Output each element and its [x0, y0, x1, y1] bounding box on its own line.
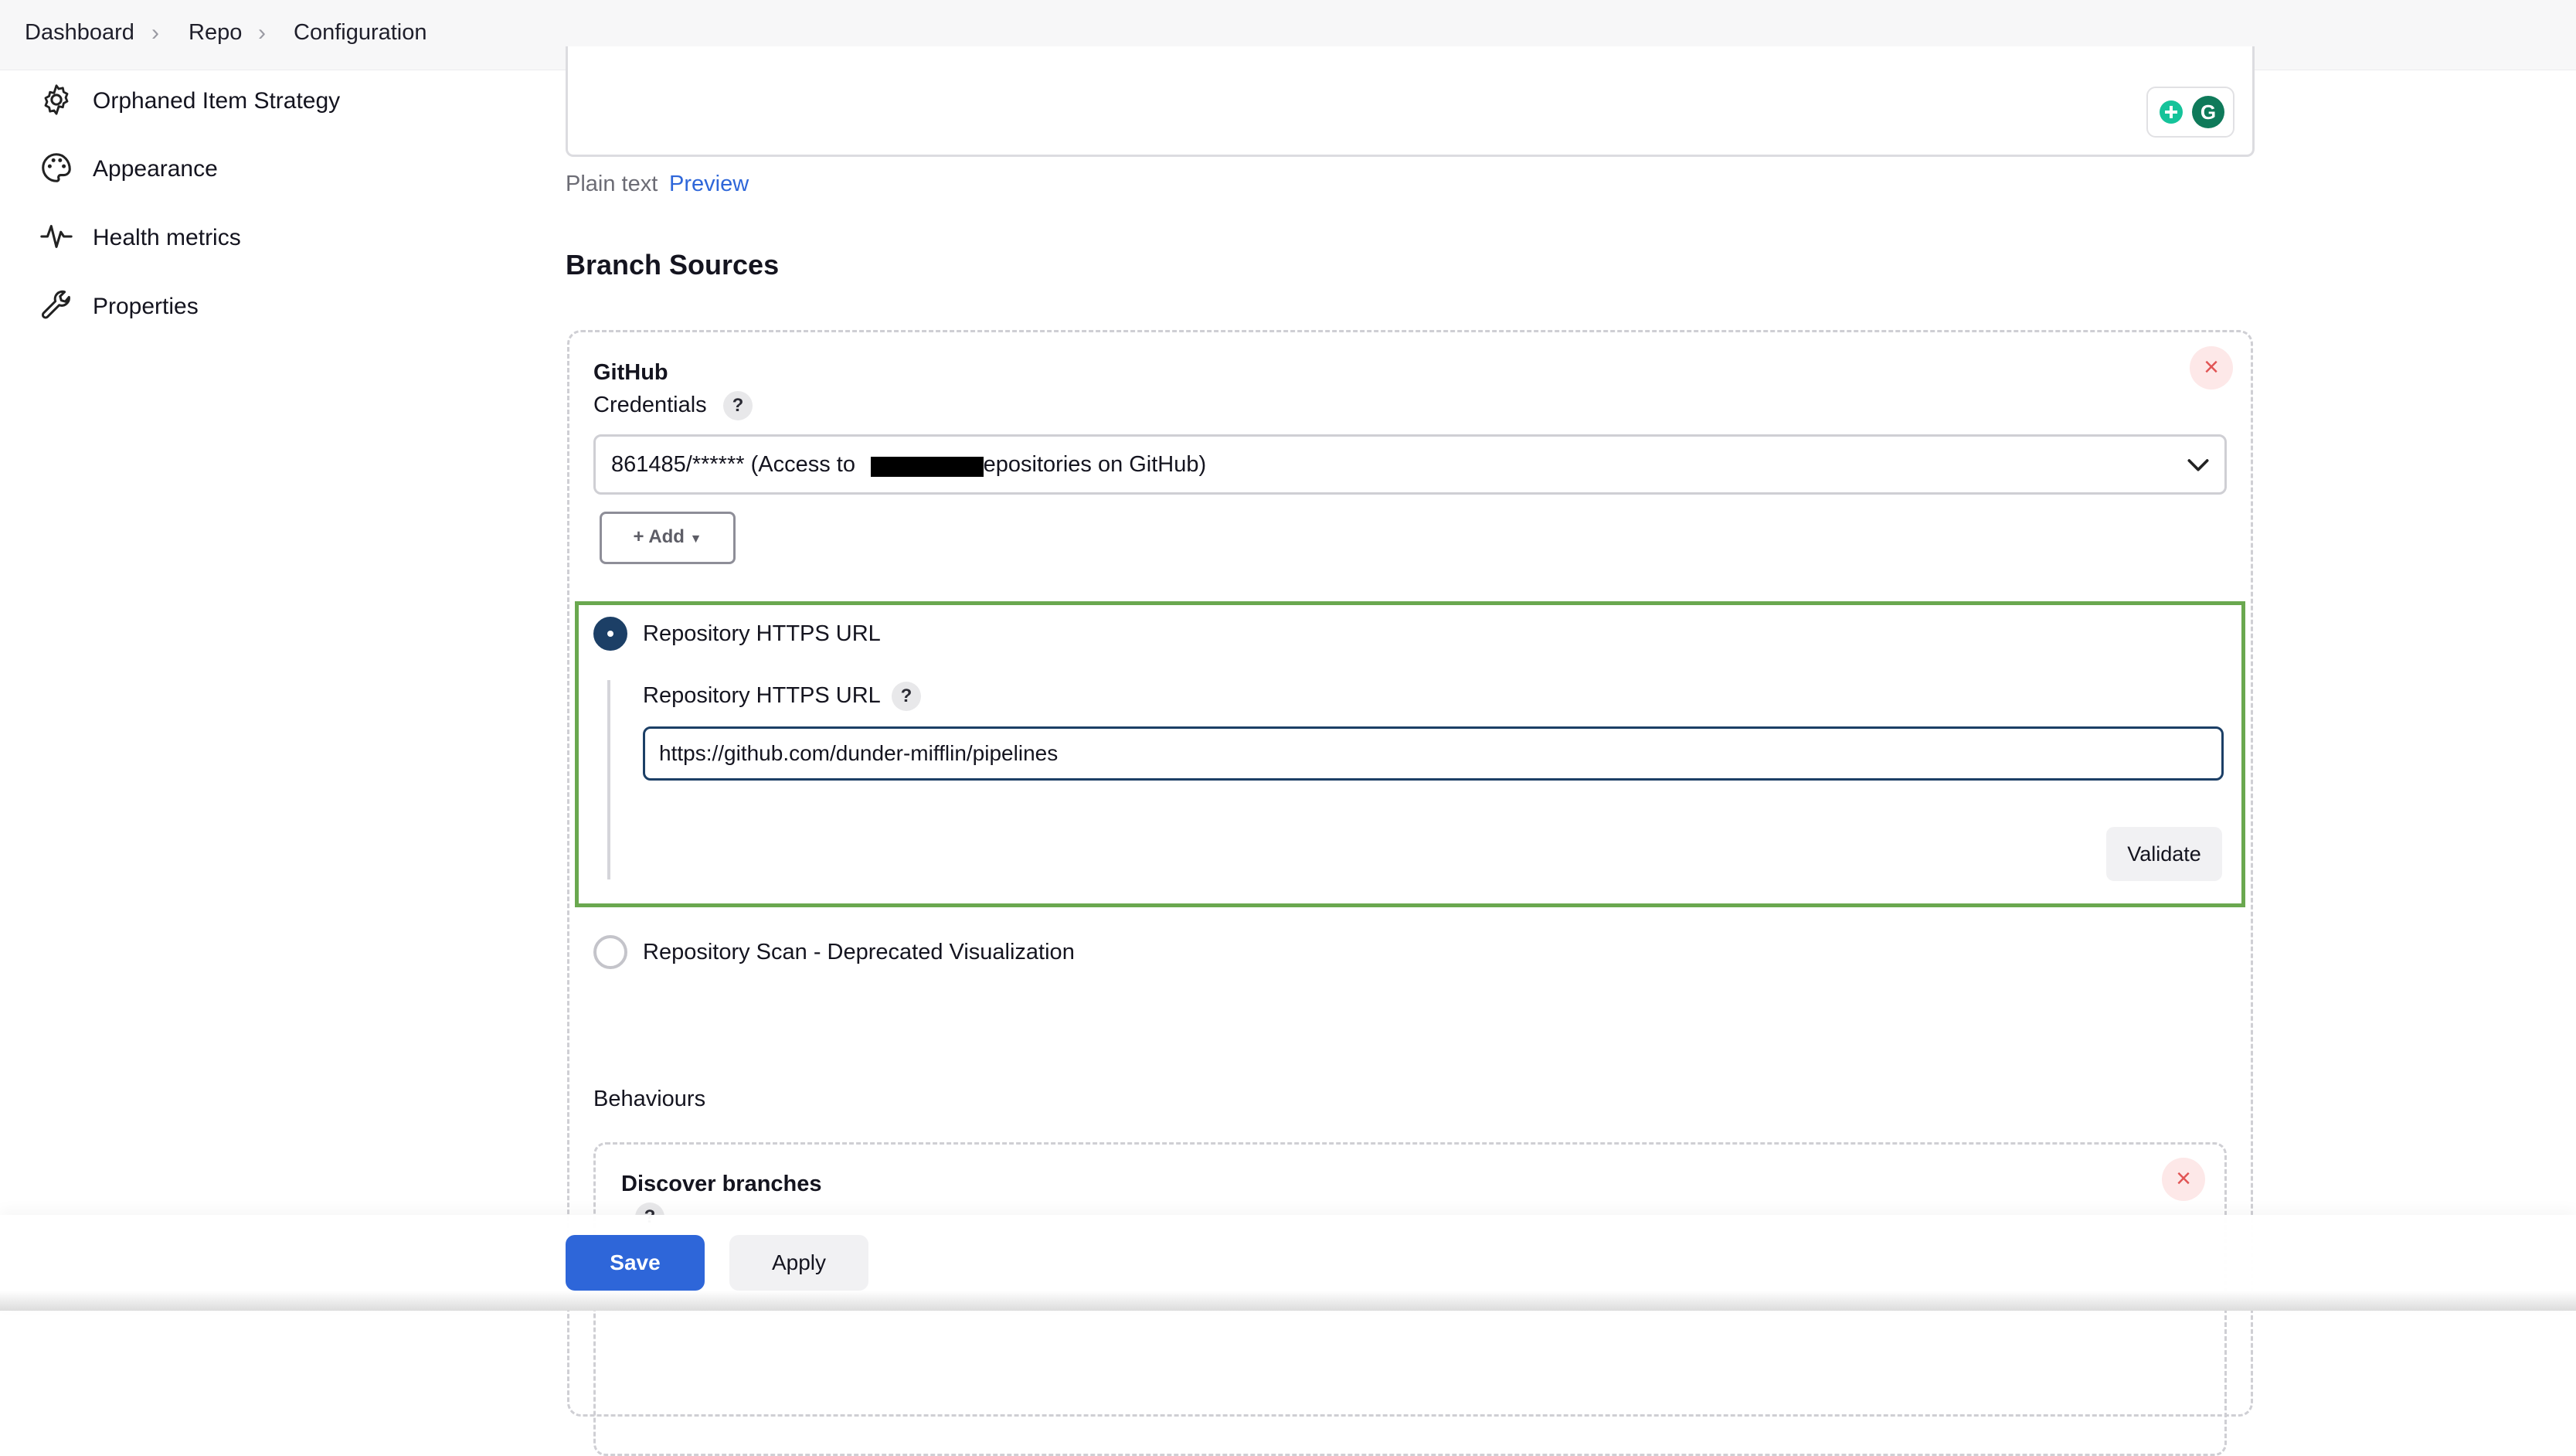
remove-behaviour-button[interactable]: × — [2162, 1158, 2205, 1201]
radio-repository-https-url[interactable] — [593, 617, 627, 651]
sidebar-item-label: Health metrics — [93, 225, 241, 250]
source-title: GitHub — [593, 360, 668, 385]
breadcrumb-configuration[interactable]: Configuration — [294, 20, 427, 46]
credentials-prefix: 861485/****** (Access to — [611, 452, 855, 477]
https-url-field-label: Repository HTTPS URL — [643, 683, 881, 708]
remove-source-button[interactable]: × — [2190, 346, 2233, 390]
sidebar-item-label: Appearance — [93, 156, 218, 182]
plus-icon: + — [633, 526, 644, 547]
behaviours-label: Behaviours — [593, 1087, 706, 1111]
apply-button[interactable]: Apply — [729, 1235, 868, 1291]
help-icon[interactable]: ? — [723, 391, 753, 420]
window-bottom-shadow — [0, 1291, 2576, 1311]
credentials-suffix: repositories on GitHub) — [975, 452, 1207, 477]
add-credentials-button[interactable]: + Add ▼ — [600, 512, 736, 564]
radio-label-repository-scan: Repository Scan - Deprecated Visualizati… — [643, 940, 1075, 964]
grammarly-icon: G — [2160, 96, 2224, 128]
svg-text:G: G — [2200, 100, 2216, 124]
pulse-icon — [40, 225, 73, 248]
help-icon[interactable]: ? — [892, 682, 921, 711]
plain-text-label: Plain text — [566, 172, 658, 196]
sidebar-item-label: Orphaned Item Strategy — [93, 88, 341, 114]
redacted-text — [871, 457, 984, 477]
validate-button[interactable]: Validate — [2106, 827, 2222, 881]
palette-icon — [42, 153, 71, 182]
section-title-branch-sources: Branch Sources — [566, 249, 780, 281]
gear-icon — [44, 84, 69, 115]
radio-label-https-url: Repository HTTPS URL — [643, 621, 881, 646]
add-button-label: Add — [648, 526, 685, 547]
behaviour-title: Discover branches — [621, 1172, 822, 1196]
close-icon: × — [2204, 352, 2219, 382]
nested-section-line — [607, 680, 610, 879]
grammarly-widget[interactable]: G — [2146, 87, 2234, 138]
preview-link[interactable]: Preview — [669, 172, 749, 197]
radio-repository-scan[interactable] — [593, 935, 627, 969]
credentials-label: Credentials — [593, 393, 707, 417]
credentials-select[interactable]: 861485/****** (Access to repositories on … — [593, 434, 2227, 495]
breadcrumb-dashboard[interactable]: Dashboard — [25, 20, 134, 46]
caret-down-icon: ▼ — [689, 532, 702, 546]
chevron-down-icon — [2187, 459, 2209, 471]
sidebar-item-label: Properties — [93, 294, 199, 319]
wrench-icon — [41, 290, 70, 319]
close-icon: × — [2176, 1164, 2191, 1193]
description-textarea[interactable] — [566, 46, 2255, 157]
save-button[interactable]: Save — [566, 1235, 705, 1291]
chevron-right-icon: › — [258, 20, 266, 46]
chevron-right-icon: › — [151, 20, 159, 46]
breadcrumb-repo[interactable]: Repo — [189, 20, 242, 46]
https-url-input[interactable] — [643, 726, 2224, 781]
